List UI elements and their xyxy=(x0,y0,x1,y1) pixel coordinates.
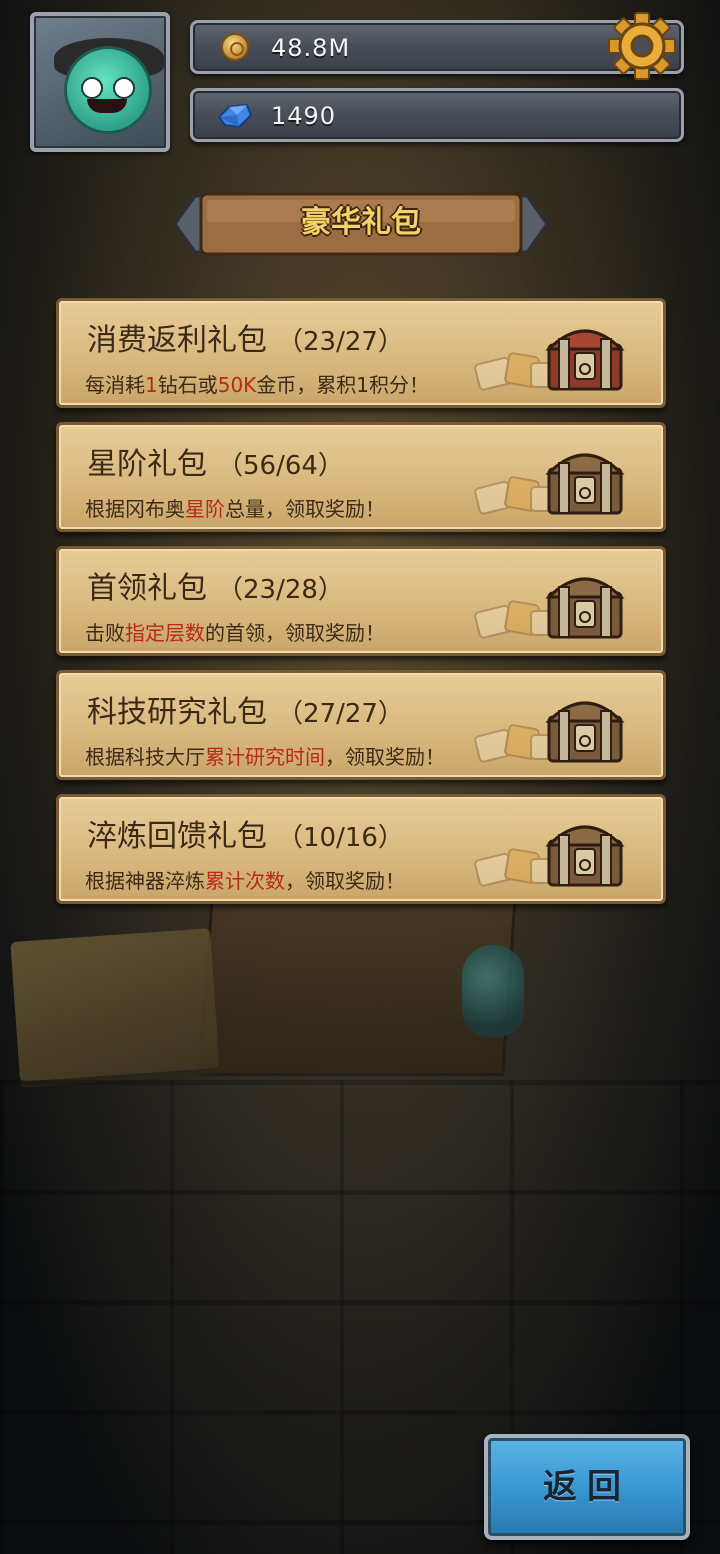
package-card[interactable]: 淬炼回馈礼包 （10/16） 根据神器淬炼累计次数，领取奖励！ xyxy=(56,794,666,904)
description-text: 击败 xyxy=(85,621,125,645)
package-title: 首领礼包 xyxy=(87,571,207,606)
page-title: 豪华礼包 xyxy=(301,205,421,240)
package-name: 淬炼回馈礼包 （10/16） xyxy=(87,811,404,855)
highlight-text: 指定层数 xyxy=(125,621,205,645)
description-text: 根据神器淬炼 xyxy=(85,869,205,893)
package-card[interactable]: 消费返利礼包 （23/27） 每消耗1钻石或50K金币，累积1积分！ xyxy=(56,298,666,408)
description-text: 根据科技大厅 xyxy=(85,745,205,769)
package-name: 科技研究礼包 （27/27） xyxy=(87,687,404,731)
description-text: 总量，领取奖励！ xyxy=(225,497,385,521)
highlight-text: 1 xyxy=(145,373,158,397)
description-text: ，领取奖励！ xyxy=(285,869,405,893)
back-button[interactable]: 返回 xyxy=(484,1434,690,1540)
package-description: 每消耗1钻石或50K金币，累积1积分！ xyxy=(85,369,429,398)
package-progress: （23/28） xyxy=(217,575,344,605)
description-text: 每消耗 xyxy=(85,373,145,397)
highlight-text: 星阶 xyxy=(185,497,225,521)
wooden-chest-icon xyxy=(545,443,625,517)
gem-counter: 1490 xyxy=(190,88,684,142)
package-title: 科技研究礼包 xyxy=(87,695,267,730)
package-description: 根据科技大厅累计研究时间，领取奖励！ xyxy=(85,741,445,770)
package-card[interactable]: 星阶礼包 （56/64） 根据冈布奥星阶总量，领取奖励！ xyxy=(56,422,666,532)
title-plank: 豪华礼包 xyxy=(175,190,547,258)
description-text: 根据冈布奥 xyxy=(85,497,185,521)
wooden-chest-icon xyxy=(545,691,625,765)
gold-coin-icon xyxy=(221,33,249,61)
package-title: 星阶礼包 xyxy=(87,447,207,482)
background-book xyxy=(10,928,220,1082)
highlight-text: 累计次数 xyxy=(205,869,285,893)
package-progress: （23/27） xyxy=(277,327,404,357)
package-progress: （27/27） xyxy=(277,699,404,729)
wooden-chest-icon xyxy=(545,815,625,889)
avatar-mouth xyxy=(87,99,127,113)
gem-value: 1490 xyxy=(271,102,337,130)
highlight-text: 累计研究时间 xyxy=(205,745,325,769)
highlight-text: 50K xyxy=(217,373,257,397)
description-text: 金币，累积1积分！ xyxy=(256,373,430,397)
description-text: 钻石或 xyxy=(157,373,218,397)
package-name: 首领礼包 （23/28） xyxy=(87,563,344,607)
package-name: 星阶礼包 （56/64） xyxy=(87,439,344,483)
package-name: 消费返利礼包 （23/27） xyxy=(87,315,404,359)
gem-icon xyxy=(217,103,253,129)
package-progress: （56/64） xyxy=(217,451,344,481)
package-title: 消费返利礼包 xyxy=(87,323,267,358)
player-avatar[interactable] xyxy=(30,12,170,152)
wooden-chest-icon xyxy=(545,567,625,641)
avatar-eye-left xyxy=(81,77,103,99)
package-card[interactable]: 首领礼包 （23/28） 击败指定层数的首领，领取奖励！ xyxy=(56,546,666,656)
package-title: 淬炼回馈礼包 xyxy=(87,819,267,854)
ornate-red-chest-icon xyxy=(545,319,625,393)
back-button-label: 返回 xyxy=(543,1467,631,1507)
package-description: 击败指定层数的首领，领取奖励！ xyxy=(85,617,385,646)
description-text: 的首领，领取奖励！ xyxy=(205,621,385,645)
gold-value: 48.8M xyxy=(271,34,351,62)
settings-gear-icon[interactable] xyxy=(606,10,678,82)
background-bottle xyxy=(462,945,524,1037)
package-progress: （10/16） xyxy=(277,823,404,853)
description-text: ，领取奖励！ xyxy=(325,745,445,769)
package-description: 根据冈布奥星阶总量，领取奖励！ xyxy=(85,493,385,522)
package-card[interactable]: 科技研究礼包 （27/27） 根据科技大厅累计研究时间，领取奖励！ xyxy=(56,670,666,780)
avatar-face xyxy=(64,46,152,134)
package-description: 根据神器淬炼累计次数，领取奖励！ xyxy=(85,865,405,894)
avatar-eye-right xyxy=(113,77,135,99)
